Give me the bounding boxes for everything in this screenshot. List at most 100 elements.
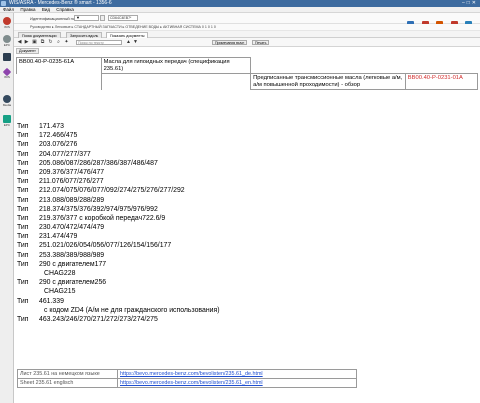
menu-file[interactable]: Файл [3,7,14,12]
type-continuation: CHAG228 [44,270,76,277]
search-icon[interactable]: ⌕ [56,40,61,45]
type-value: 205.086/087/286/287/386/387/486/487 [39,159,158,167]
tab-bar: Поиск документации Запросить вдоль Показ… [14,31,480,38]
type-row: CHAG228 [17,269,220,278]
type-value: 463.243/246/270/271/272/273/274/275 [39,315,158,323]
window-title: WIS/ASRA - Mercedes-Benz ® smart - 1356-… [9,0,112,6]
type-row: Тип 218.374/375/376/392/974/975/976/992 [17,205,220,214]
type-value: 172.466/475 [39,132,78,140]
menu-edit[interactable]: Правка [20,7,35,12]
copy-icon[interactable]: ⧉ [40,40,45,45]
type-label: Тип [17,242,29,250]
doc-code-link[interactable]: BB00.40-P-0231-01A [404,73,479,91]
breadcrumb[interactable]: Руководство ▸ Легковые ▸ СТАНДАРТНЫЙ ЗАП… [14,24,480,31]
type-row: Тип 231.474/479 [17,232,220,241]
forward-icon[interactable]: ▶ [24,40,29,45]
type-row: Тип 290 с двигателем256 [17,278,220,287]
sidebar-item-book[interactable]: EPC [2,115,12,127]
type-row: Тип 212.074/075/076/077/092/274/275/276/2… [17,186,220,195]
type-label: Тип [17,141,29,149]
table-row: Sheet 235.61 englisch https://bevo.merce… [17,378,357,389]
wrench-icon [2,67,12,77]
sidebar-item-vehicle[interactable] [2,53,12,61]
type-label: Тип [17,260,29,268]
type-label: Тип [17,123,29,130]
type-label: Тип [17,187,29,195]
reference-table: BB00.40-P-0235-61A Масла для гипоидных п… [16,56,479,91]
bookmark-icon[interactable]: ✦ [64,40,69,45]
type-row: Тип 461.339 [17,297,220,306]
refresh-icon[interactable]: ↻ [48,40,53,45]
type-row: Тип 290 с двигателем177 [17,260,220,269]
text-search-input[interactable]: Поиск по тексту [76,40,122,45]
type-label: Тип [17,315,29,323]
table-row: BB00.40-P-0235-61A Масла для гипоидных п… [16,56,478,75]
type-row: Тип 204.077/277/377 [17,150,220,159]
app-icon [1,1,6,6]
document-content: BB00.40-P-0235-61A Масла для гипоидных п… [14,55,480,403]
type-value: 209.376/377/476/477 [39,168,105,176]
type-value: 230.470/472/474/479 [39,224,105,232]
type-label: Тип [17,279,29,287]
left-sidebar: WIS EPC WIS Media EPC [0,13,14,403]
type-row: Тип 251.021/026/054/056/077/126/154/156/1… [17,241,220,250]
type-value: 211.076/077/276/277 [39,178,104,186]
window-titlebar: WIS/ASRA - Mercedes-Benz ® smart - 1356-… [0,0,480,7]
type-value: 203.076/276 [39,141,78,149]
table-row: Лист 235.61 на немецком языке https://be… [17,368,357,380]
type-label: Тип [17,168,29,176]
type-row: Тип 171.473 [17,122,220,131]
ident-go-button[interactable] [100,15,105,21]
type-row: Тип 205.086/087/286/287/386/387/486/487 [17,159,220,168]
car-side-icon [3,53,11,61]
sidebar-item-epc[interactable]: EPC [2,35,12,47]
doc-code[interactable]: BB00.40-P-0235-61A [16,56,102,74]
table-row: Предписанные трансмиссионные масла (легк… [16,73,479,91]
type-value: 290 с двигателем177 [39,260,107,268]
page-icon[interactable]: ▣ [32,40,37,45]
search-prev-icon[interactable]: ▲ [126,40,131,45]
menu-help[interactable]: Справка [56,7,74,12]
sidebar-item-wis[interactable]: WIS [2,17,12,29]
type-label: Тип [17,150,29,158]
type-value: 251.021/026/054/056/077/126/154/156/177 [39,242,172,250]
sidebar-item-media[interactable]: Media [2,95,12,107]
back-icon[interactable]: ◀ [17,40,22,45]
ident-select[interactable]: ▼ [74,15,99,21]
type-value: 218.374/375/376/392/974/975/976/992 [39,205,158,213]
type-row: Тип 211.076/077/276/277 [17,177,220,186]
type-label: Тип [17,214,29,222]
type-row: с кодом ZD4 (А/м не для гражданского исп… [17,306,220,315]
type-value: 171.473 [39,123,64,130]
type-label: Тип [17,132,29,140]
link-url[interactable]: https://bevo.mercedes-benz.com/bevoliste… [117,368,357,380]
search-next-icon[interactable]: ▼ [133,40,138,45]
sidebar-item-tools[interactable]: WIS [2,67,12,79]
type-row: Тип 213.088/089/288/289 [17,196,220,205]
type-value: 219.376/377 с коробкой передач722.6/9 [39,214,166,222]
type-value: 204.077/277/377 [39,150,91,158]
type-value: 212.074/075/076/077/092/274/275/276/277/… [39,187,185,195]
print-button[interactable]: Печать [252,40,270,45]
window-controls[interactable]: –□✕ [462,0,478,7]
link-url[interactable]: https://bevo.mercedes-benz.com/bevoliste… [117,378,357,389]
type-label: Тип [17,196,29,204]
type-row: Тип 209.376/377/476/477 [17,168,220,177]
type-value: 290 с двигателем256 [39,279,107,287]
type-row: Тип 463.243/246/270/271/272/273/274/275 [17,315,220,324]
links-table: Лист 235.61 на немецком языке https://be… [17,368,357,389]
type-label: Тип [17,159,29,167]
document-tab-label[interactable]: Документ [16,48,39,54]
vin-field[interactable]: CD64C4EB7* [108,15,138,21]
type-value: 231.474/479 [39,233,78,241]
type-label: Тип [17,251,29,259]
link-label: Лист 235.61 на немецком языке [17,368,118,380]
vehicle-types-list: Тип 171.473 Тип 172.466/475 Тип 203.076/276 Ти… [17,122,220,324]
menu-view[interactable]: Вид [42,7,50,12]
notes-button[interactable]: Примечания вычн [212,40,248,45]
book-icon [3,115,11,123]
type-row: Тип 172.466/475 [17,131,220,140]
link-label: Sheet 235.61 englisch [17,378,118,389]
type-row: Тип 203.076/276 [17,140,220,149]
home-icon [3,17,11,25]
